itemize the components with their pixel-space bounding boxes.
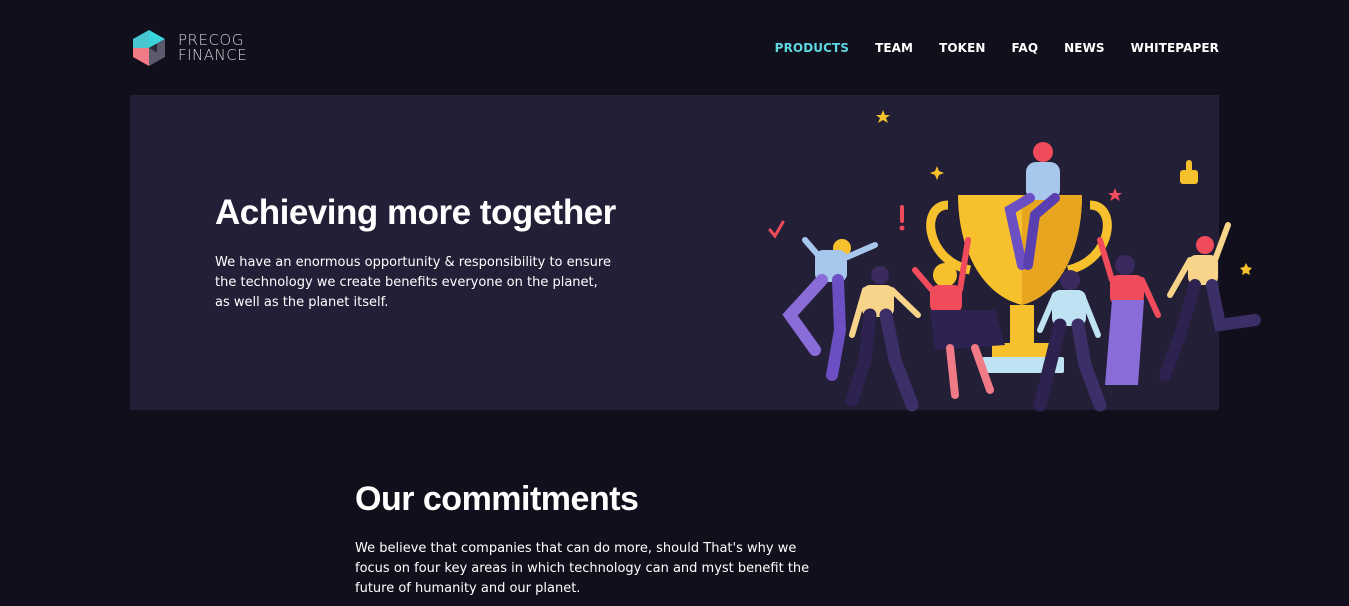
commitments-title: Our commitments xyxy=(355,480,639,518)
main-nav: PRODUCTS TEAM TOKEN FAQ NEWS WHITEPAPER xyxy=(749,41,1219,55)
star-icon xyxy=(1240,263,1252,275)
star-icon xyxy=(876,110,890,123)
nav-token[interactable]: TOKEN xyxy=(939,41,985,55)
thumbs-up-icon xyxy=(1180,160,1198,184)
nav-news[interactable]: NEWS xyxy=(1064,41,1105,55)
exclamation-icon xyxy=(900,205,904,223)
check-icon xyxy=(768,220,785,239)
page: PRECOG FINANCE PRODUCTS TEAM TOKEN FAQ N… xyxy=(0,0,1349,606)
nav-whitepaper[interactable]: WHITEPAPER xyxy=(1131,41,1219,55)
hero-title: Achieving more together xyxy=(215,193,616,232)
person-figure xyxy=(1097,237,1161,385)
site-header: PRECOG FINANCE PRODUCTS TEAM TOKEN FAQ N… xyxy=(130,28,1219,68)
star-icon xyxy=(1108,188,1122,201)
person-figure xyxy=(1159,222,1261,381)
nav-products[interactable]: PRODUCTS xyxy=(775,41,849,55)
person-figure xyxy=(1033,270,1107,412)
logo-text: PRECOG FINANCE xyxy=(178,33,247,63)
trophy-team-illustration xyxy=(768,110,1261,412)
sparkle-icon xyxy=(930,166,944,180)
nav-faq[interactable]: FAQ xyxy=(1012,41,1039,55)
person-figure xyxy=(845,266,921,412)
hero-text: We have an enormous opportunity & respon… xyxy=(215,255,611,310)
logo-link[interactable]: PRECOG FINANCE xyxy=(130,29,247,67)
commitments-text: We believe that companies that can do mo… xyxy=(355,541,810,596)
nav-team[interactable]: TEAM xyxy=(875,41,913,55)
logo-line-2: FINANCE xyxy=(178,46,248,64)
logo-icon xyxy=(133,30,165,66)
